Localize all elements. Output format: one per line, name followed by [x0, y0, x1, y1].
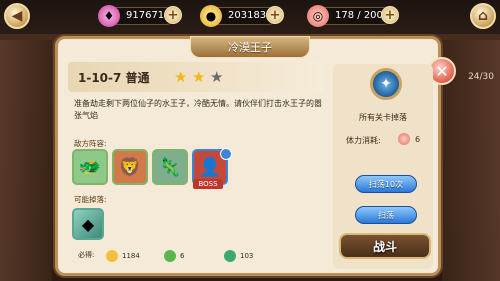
- stamina-cost-value: 6: [415, 135, 421, 144]
- reward-coin: 1184: [106, 250, 140, 262]
- crystal-item-icon: ◆: [81, 214, 95, 234]
- add-stamina-button[interactable]: +: [381, 6, 399, 24]
- close-icon: ✕: [435, 61, 449, 81]
- exp-icon: [164, 250, 176, 262]
- reward-friend-exp: 103: [224, 250, 253, 262]
- add-coins-button[interactable]: +: [266, 6, 284, 24]
- boss-element-badge: [220, 148, 232, 160]
- enemy-section-label: 敌方阵容:: [74, 139, 107, 148]
- battle-button[interactable]: 战斗: [339, 233, 431, 259]
- reward-exp-value: 6: [180, 252, 185, 260]
- dialog-title: 冷漠王子: [190, 36, 310, 58]
- friend-exp-icon: [224, 250, 236, 262]
- add-gems-button[interactable]: +: [164, 6, 182, 24]
- reward-exp: 6: [164, 250, 184, 262]
- back-button[interactable]: ◀: [4, 3, 30, 29]
- star-filled-icon: ★: [192, 68, 206, 86]
- coin-icon: [106, 250, 118, 262]
- boss-tag: BOSS: [193, 179, 223, 189]
- stage-name: 1-10-7 普通: [78, 71, 150, 85]
- drop-item-slot[interactable]: ◆: [72, 208, 104, 240]
- home-icon: ⌂: [477, 8, 489, 24]
- reward-coin-value: 1184: [122, 252, 140, 260]
- reward-friend-exp-value: 103: [240, 252, 254, 260]
- gem-resource: ♦ 9176715 +: [98, 5, 182, 27]
- enemy-slot-2[interactable]: 🦁: [112, 149, 148, 185]
- all-drops-button[interactable]: ✦: [370, 68, 402, 100]
- stamina-icon: [398, 133, 410, 145]
- stage-header: 1-10-7 普通 ★ ★ ★: [68, 62, 324, 92]
- home-button[interactable]: ⌂: [470, 3, 496, 29]
- coin-resource: ● 2031836 +: [200, 5, 284, 27]
- sweep-10-button[interactable]: 扫荡10次: [355, 175, 417, 193]
- stamina-resource: ◎ 178 / 200 +: [307, 5, 399, 27]
- all-drops-label: 所有关卡掉落: [359, 113, 407, 122]
- back-arrow-icon: ◀: [11, 8, 23, 24]
- treasure-icon: ✦: [380, 76, 392, 92]
- stamina-icon: ◎: [307, 5, 329, 27]
- coin-icon: ●: [200, 5, 222, 27]
- enemy-slot-1[interactable]: 🐲: [72, 149, 108, 185]
- stamina-value: 178 / 200: [335, 10, 383, 21]
- reward-label: 必得:: [78, 251, 95, 259]
- green-monster-icon: 🐲: [78, 156, 102, 178]
- guaranteed-rewards: 必得: 1184 6 103: [72, 250, 322, 264]
- star-empty-icon: ★: [210, 68, 224, 86]
- top-resource-bar: ◀ ♦ 9176715 + ● 2031836 + ◎ 178 / 200 + …: [0, 0, 500, 34]
- sweep-button[interactable]: 扫荡: [355, 206, 417, 224]
- background-left-scene: [0, 40, 52, 281]
- enemy-slot-3[interactable]: 🦎: [152, 149, 188, 185]
- stage-description: 准备劫走剩下两位仙子的水王子，冷酷无情。请伙伴们打击水王子的嚣张气焰: [74, 99, 322, 120]
- background-counter: 24/30: [468, 72, 494, 82]
- gem-icon: ♦: [98, 5, 120, 27]
- lizard-monster-icon: 🦎: [158, 156, 182, 178]
- stamina-cost-label: 体力消耗:: [346, 136, 381, 145]
- star-filled-icon: ★: [174, 68, 188, 86]
- drops-section-label: 可能掉落:: [74, 195, 107, 204]
- red-beast-icon: 🦁: [118, 156, 142, 178]
- boss-prince-icon: 👤: [198, 156, 222, 178]
